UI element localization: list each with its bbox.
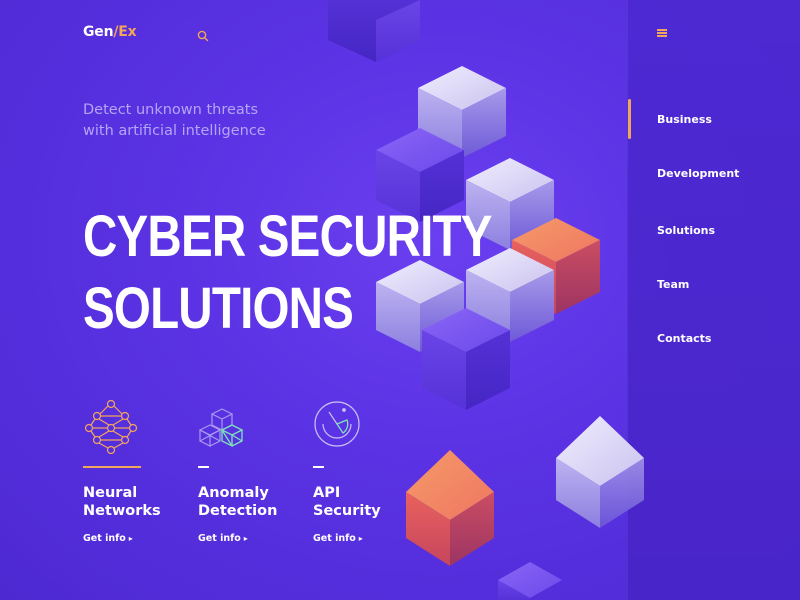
search-button[interactable] (197, 27, 209, 42)
get-info-link[interactable]: Get info ▸ (83, 533, 133, 544)
get-info-label: Get info (198, 533, 241, 544)
sidebar-item-business[interactable]: Business (657, 113, 712, 126)
cubes-icon (198, 408, 244, 448)
feature-divider (83, 466, 141, 468)
get-info-label: Get info (313, 533, 356, 544)
chevron-right-icon: ▸ (358, 534, 363, 543)
feature-divider (198, 466, 209, 468)
feature-title: API Security (313, 485, 381, 519)
cube-silver-back (418, 66, 506, 158)
feature-title: Neural Networks (83, 485, 161, 519)
hamburger-menu-icon (657, 35, 667, 37)
feature-title: Anomaly Detection (198, 485, 278, 519)
sidebar-item-development[interactable]: Development (657, 167, 739, 180)
cube-orange-center (512, 218, 600, 314)
neural-network-icon (84, 399, 138, 454)
feature-neural-networks: Neural Networks Get info ▸ (83, 398, 193, 545)
cube-top (328, 0, 420, 62)
chevron-right-icon: ▸ (128, 534, 133, 543)
cube-purple-bottom-partial (498, 562, 562, 600)
active-nav-indicator (628, 99, 631, 139)
radar-icon (314, 401, 360, 447)
logo[interactable]: Gen/Ex (83, 24, 137, 40)
search-icon (197, 30, 209, 42)
tagline-line-1: Detect unknown threats (83, 102, 259, 118)
hero-title: CYBER SECURITY SOLUTIONS (83, 201, 493, 345)
feature-api-security: API Security Get info ▸ (313, 398, 423, 545)
tagline: Detect unknown threats with artificial i… (83, 100, 343, 142)
hero-title-line-1: CYBER SECURITY (83, 204, 493, 269)
hamburger-menu-icon (657, 32, 667, 34)
hamburger-menu-icon (657, 29, 667, 31)
sidebar-item-solutions[interactable]: Solutions (657, 224, 715, 237)
tagline-line-2: with artificial intelligence (83, 123, 266, 139)
hero-title-line-2: SOLUTIONS (83, 276, 354, 341)
feature-anomaly-detection: Anomaly Detection Get info ▸ (198, 398, 308, 545)
logo-gen: Gen (83, 24, 114, 40)
get-info-link[interactable]: Get info ▸ (198, 533, 248, 544)
hamburger-menu-button[interactable] (657, 29, 667, 37)
sidebar-nav: Business Development Solutions Team Cont… (627, 0, 800, 600)
logo-ex: Ex (118, 24, 137, 40)
get-info-label: Get info (83, 533, 126, 544)
sidebar-item-contacts[interactable]: Contacts (657, 332, 711, 345)
feature-divider (313, 466, 324, 468)
sidebar-item-team[interactable]: Team (657, 278, 689, 291)
get-info-link[interactable]: Get info ▸ (313, 533, 363, 544)
chevron-right-icon: ▸ (243, 534, 248, 543)
